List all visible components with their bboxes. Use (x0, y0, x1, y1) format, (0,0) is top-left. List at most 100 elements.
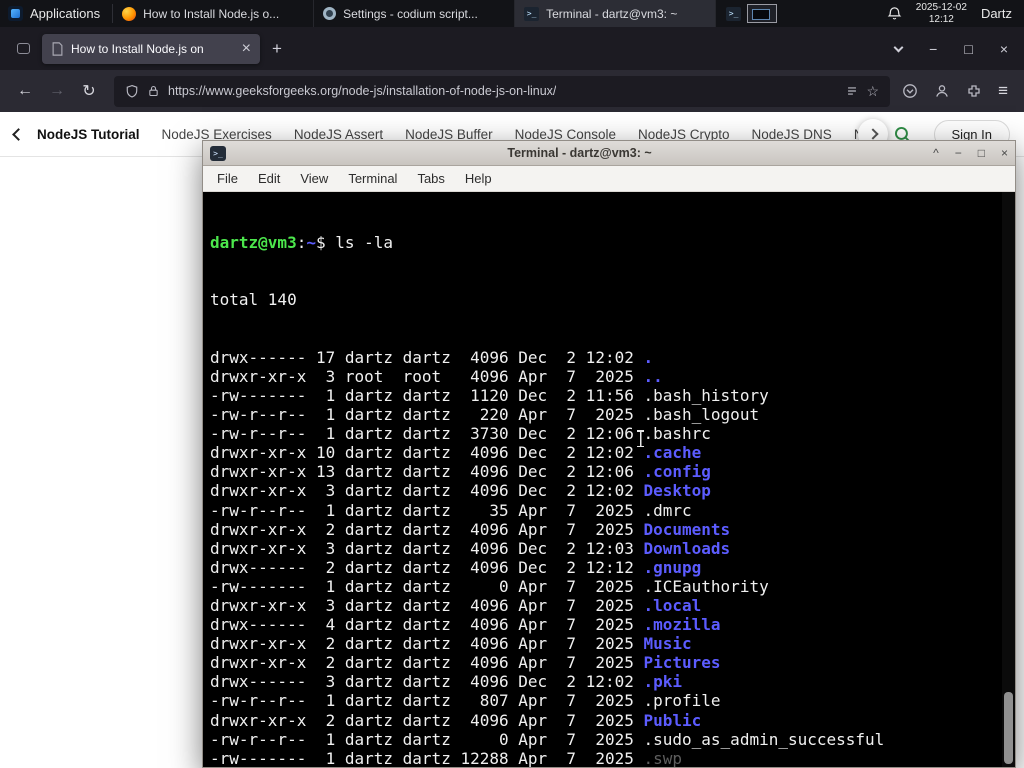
file-name: Public (643, 710, 702, 730)
taskbar-window-settings[interactable]: Settings - codium script... (314, 0, 516, 27)
file-name: .pki (643, 672, 683, 692)
file-name: .profile (643, 691, 721, 711)
terminal-listing-row: drwxr-xr-x 2 dartz dartz 4096 Apr 7 2025… (210, 710, 702, 730)
nav-scroll-left-icon[interactable] (12, 127, 25, 141)
terminal-listing-row: drwxr-xr-x 2 dartz dartz 4096 Apr 7 2025… (210, 634, 692, 654)
file-name: .dmrc (643, 500, 692, 520)
window-controls: − □ × (893, 41, 1014, 57)
file-name: Documents (643, 519, 731, 539)
bookmark-star-icon[interactable]: ☆ (867, 83, 880, 100)
hamburger-menu-icon[interactable]: ≡ (998, 81, 1008, 101)
file-name: .bash_logout (643, 405, 760, 425)
terminal-listing-row: -rw-r--r-- 1 dartz dartz 0 Apr 7 2025 .s… (210, 729, 885, 749)
file-name: .bash_history (643, 385, 769, 405)
terminal-window-controls: ^ − □ × (933, 146, 1008, 160)
terminal-scrollbar-thumb[interactable] (1004, 692, 1013, 764)
taskbar-window-title: Terminal - dartz@vm3: ~ (546, 6, 678, 21)
applications-icon (8, 6, 23, 21)
terminal-listing-row: -rw------- 1 dartz dartz 12288 Apr 7 202… (210, 748, 683, 767)
menu-terminal[interactable]: Terminal (339, 169, 406, 188)
file-name: .config (643, 462, 711, 482)
file-name: Downloads (643, 538, 731, 558)
terminal-listing-row: drwxr-xr-x 2 dartz dartz 4096 Apr 7 2025… (210, 653, 721, 673)
menu-edit[interactable]: Edit (249, 169, 289, 188)
file-name: . (643, 347, 654, 367)
workspace-switcher[interactable]: >_ (716, 0, 787, 27)
window-minimize-button[interactable]: − (929, 41, 937, 57)
terminal-screen[interactable]: dartz@vm3:~$ ls -la total 140 drwx------… (203, 192, 1015, 767)
terminal-menubar: File Edit View Terminal Tabs Help (203, 166, 1015, 192)
pocket-icon[interactable] (902, 83, 918, 99)
file-name: Music (643, 634, 692, 654)
terminal-icon: >_ (524, 6, 540, 21)
file-name: .gnupg (643, 557, 702, 577)
toolbar-right-icons: ≡ (900, 81, 1014, 101)
terminal-listing-row: drwx------ 17 dartz dartz 4096 Dec 2 12:… (210, 347, 654, 367)
taskbar-status-area: 2025-12-02 12:12 Dartz (875, 0, 1024, 27)
url-text: https://www.geeksforgeeks.org/node-js/in… (168, 84, 557, 98)
terminal-listing-row: -rw-r--r-- 1 dartz dartz 35 Apr 7 2025 .… (210, 500, 692, 520)
terminal-listing-row: drwxr-xr-x 13 dartz dartz 4096 Dec 2 12:… (210, 462, 711, 482)
firefox-icon (122, 6, 137, 21)
menu-tabs[interactable]: Tabs (408, 169, 453, 188)
notification-bell-icon[interactable] (887, 6, 902, 21)
terminal-scrollbar[interactable] (1002, 192, 1015, 767)
applications-label: Applications (30, 6, 101, 21)
taskbar-window-title: How to Install Node.js o... (143, 6, 280, 21)
nav-link-nodejs-tutorial[interactable]: NodeJS Tutorial (37, 127, 140, 142)
clock-date: 2025-12-02 (915, 2, 967, 13)
account-icon[interactable] (934, 83, 950, 99)
reader-mode-icon[interactable] (845, 84, 859, 98)
terminal-listing-row: -rw-r--r-- 1 dartz dartz 220 Apr 7 2025 … (210, 405, 760, 425)
clock[interactable]: 2025-12-02 12:12 (916, 2, 967, 25)
terminal-mini-icon: >_ (726, 6, 742, 21)
list-tabs-chevron-icon[interactable] (893, 42, 904, 52)
firefox-view-icon[interactable] (10, 36, 36, 62)
terminal-titlebar[interactable]: >_ Terminal - dartz@vm3: ~ ^ − □ × (203, 141, 1015, 166)
terminal-window: >_ Terminal - dartz@vm3: ~ ^ − □ × File … (202, 140, 1016, 768)
terminal-listing: drwx------ 17 dartz dartz 4096 Dec 2 12:… (210, 348, 999, 767)
terminal-shade-button[interactable]: ^ (933, 146, 939, 160)
new-tab-button[interactable]: + (272, 39, 282, 59)
applications-menu-button[interactable]: Applications (0, 0, 112, 27)
lock-icon[interactable] (147, 84, 160, 98)
taskbar-window-terminal[interactable]: >_ Terminal - dartz@vm3: ~ (515, 0, 717, 27)
forward-button[interactable]: → (42, 76, 72, 106)
prompt-cwd: ~ (306, 233, 316, 253)
gear-icon (323, 7, 337, 20)
workspace-cell[interactable] (747, 4, 778, 23)
browser-tab-active[interactable]: How to Install Node.js on × (42, 33, 260, 64)
terminal-listing-row: drwx------ 2 dartz dartz 4096 Dec 2 12:1… (210, 557, 702, 577)
terminal-window-title: Terminal - dartz@vm3: ~ (507, 146, 652, 160)
terminal-listing-row: drwxr-xr-x 2 dartz dartz 4096 Apr 7 2025… (210, 519, 731, 539)
clock-time: 12:12 (928, 13, 954, 25)
file-name: .local (643, 595, 702, 615)
terminal-listing-row: -rw------- 1 dartz dartz 1120 Dec 2 11:5… (210, 385, 769, 405)
file-name: .sudo_as_admin_successful (643, 729, 885, 749)
terminal-maximize-button[interactable]: □ (978, 146, 985, 160)
window-restore-button[interactable]: □ (964, 41, 972, 57)
terminal-listing-row: drwx------ 3 dartz dartz 4096 Dec 2 12:0… (210, 672, 683, 692)
user-menu[interactable]: Dartz (981, 6, 1012, 21)
file-name: Pictures (643, 653, 721, 673)
page-favicon (52, 41, 63, 56)
taskbar: Applications How to Install Node.js o...… (0, 0, 1024, 27)
prompt-command: ls -la (335, 233, 394, 253)
menu-file[interactable]: File (208, 169, 247, 188)
tab-close-icon[interactable]: × (242, 40, 251, 58)
menu-view[interactable]: View (291, 169, 337, 188)
terminal-window-icon: >_ (210, 145, 226, 161)
terminal-listing-row: drwxr-xr-x 3 root root 4096 Apr 7 2025 .… (210, 366, 663, 386)
url-bar[interactable]: https://www.geeksforgeeks.org/node-js/in… (114, 75, 891, 107)
back-button[interactable]: ← (10, 76, 40, 106)
extensions-puzzle-icon[interactable] (966, 83, 982, 99)
file-name: .mozilla (643, 615, 721, 635)
window-close-button[interactable]: × (1000, 41, 1008, 57)
terminal-close-button[interactable]: × (1001, 146, 1008, 160)
terminal-minimize-button[interactable]: − (955, 146, 962, 160)
reload-button[interactable]: ↻ (74, 76, 104, 106)
terminal-listing-row: drwxr-xr-x 3 dartz dartz 4096 Dec 2 12:0… (210, 481, 711, 501)
tracking-shield-icon[interactable] (125, 84, 139, 99)
menu-help[interactable]: Help (456, 169, 501, 188)
taskbar-window-firefox[interactable]: How to Install Node.js o... (113, 0, 315, 27)
